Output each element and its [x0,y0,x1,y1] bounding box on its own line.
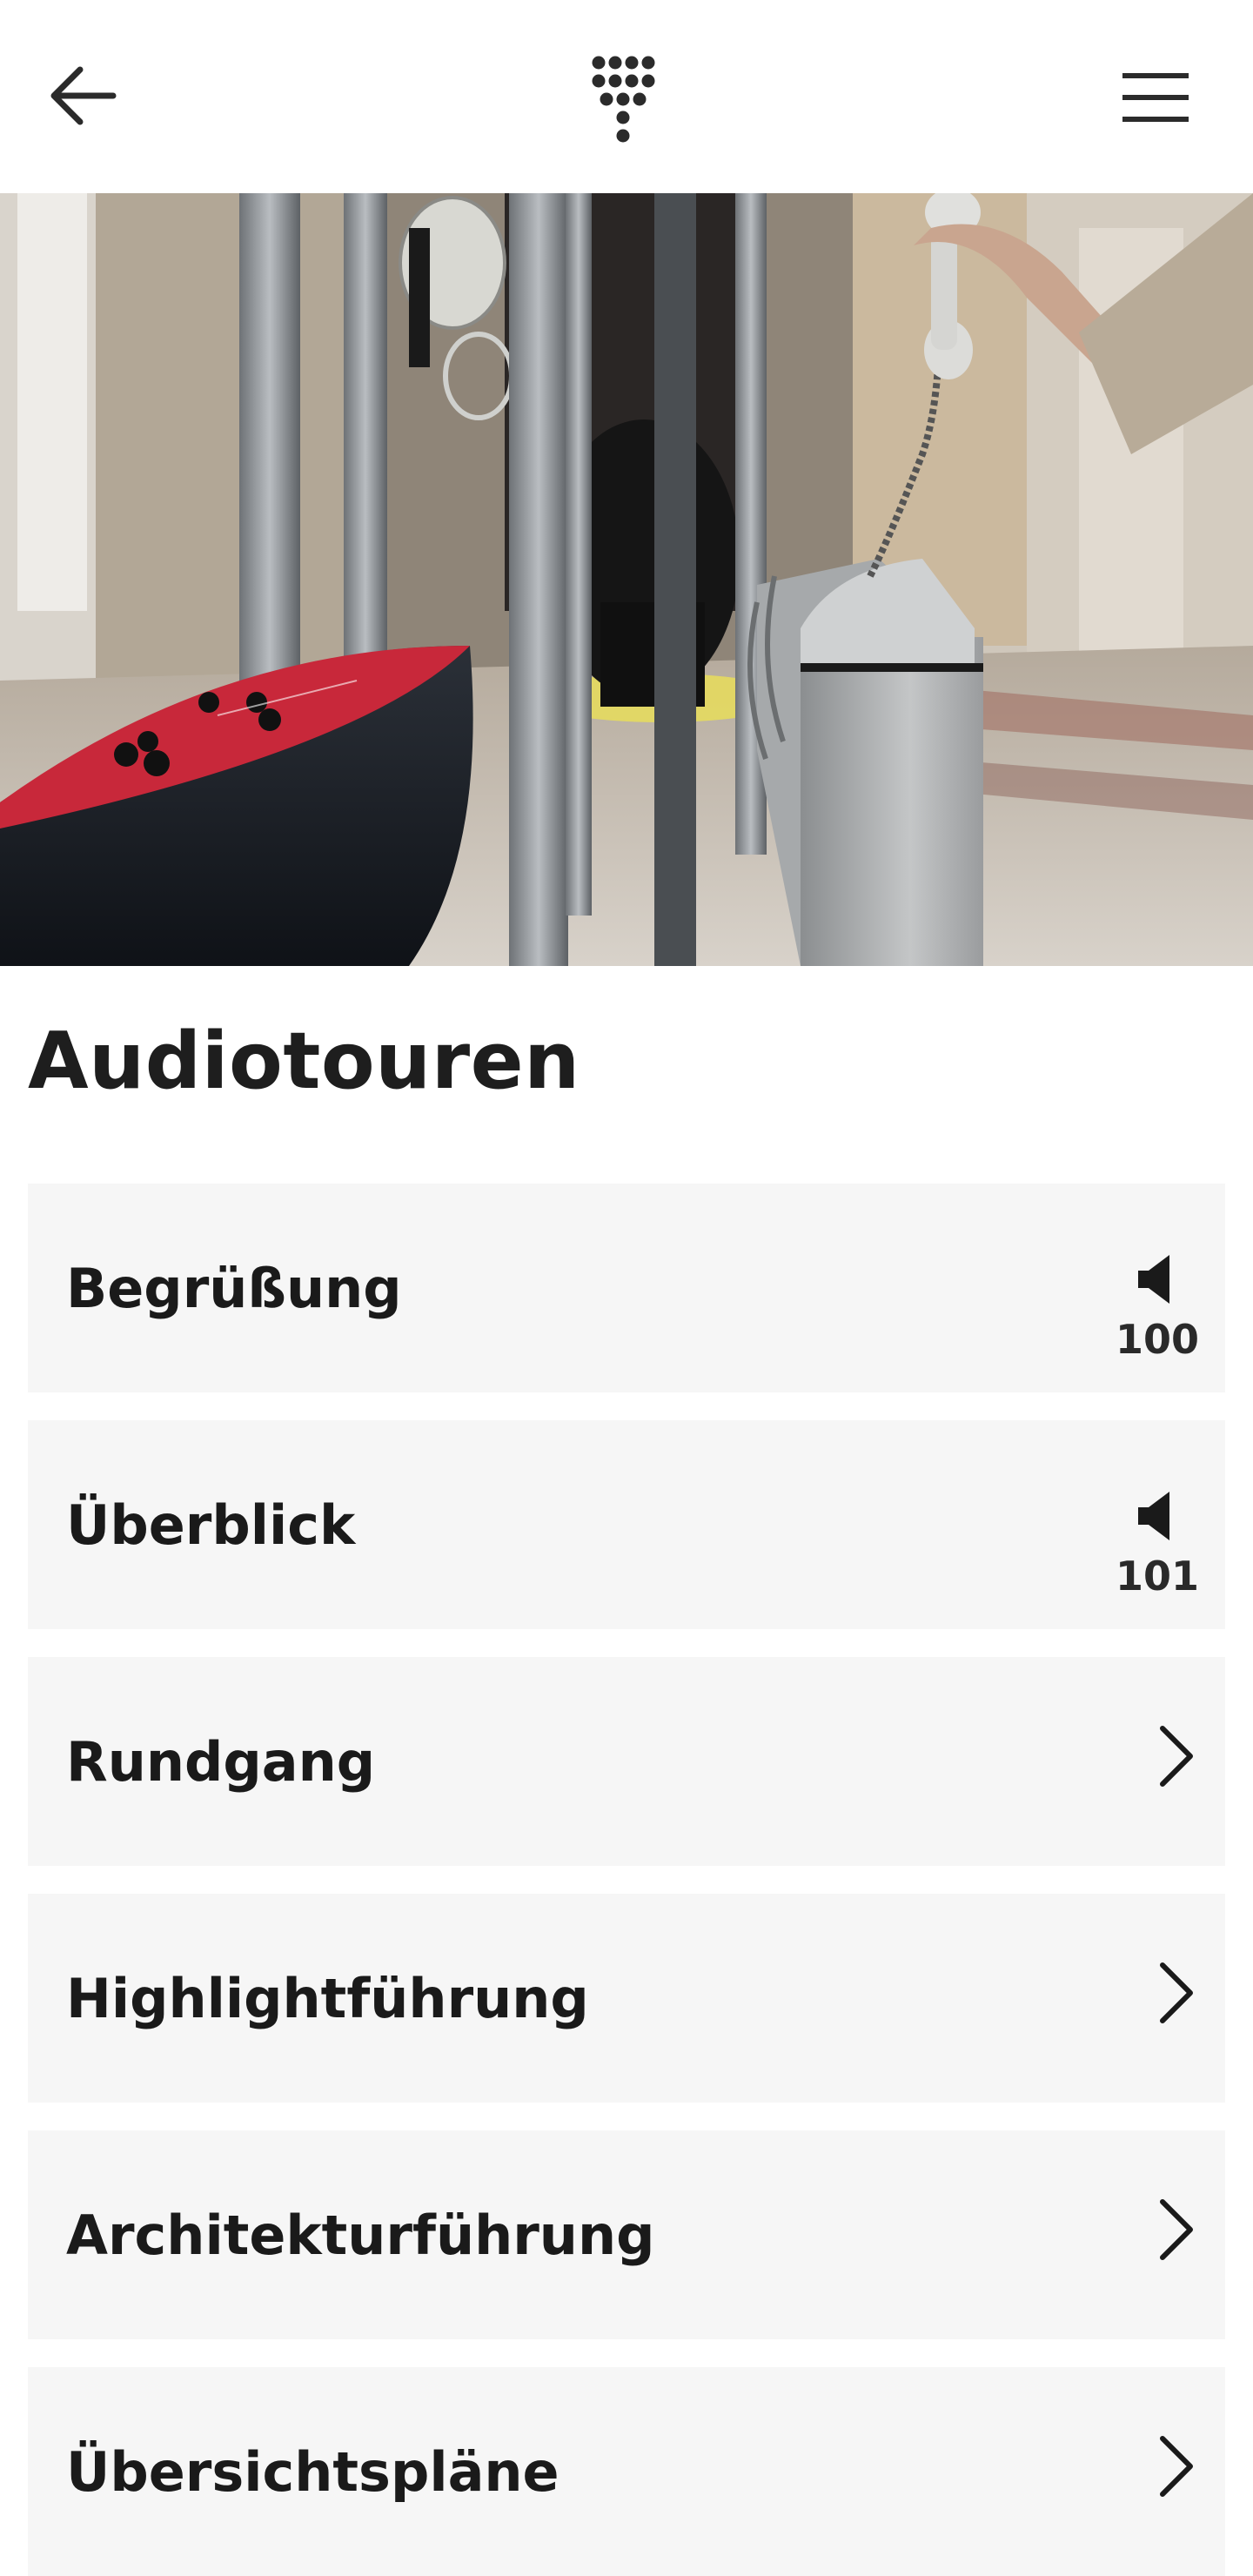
tour-list: Begrüßung 100 Überblick 101 Rundgang Hig… [28,1184,1225,2576]
list-item-highlightfuehrung[interactable]: Highlightführung [28,1894,1225,2103]
speaker-icon [1138,1492,1169,1540]
chevron-right-icon [1160,2436,1193,2497]
list-item-architekturfuehrung[interactable]: Architekturführung [28,2130,1225,2339]
list-item-label: Überblick [66,1493,356,1557]
hero-image [0,193,1253,966]
audio-number: 100 [1115,1316,1199,1363]
list-item-label: Rundgang [66,1729,376,1794]
app-screen: Audiotouren Begrüßung 100 Überblick 101 … [0,0,1253,2576]
keypad-icon [592,56,655,143]
page-title: Audiotouren [28,1016,580,1107]
arrow-left-icon [50,66,117,125]
list-item-label: Architekturführung [66,2203,655,2267]
list-item-begruessung[interactable]: Begrüßung 100 [28,1184,1225,1392]
chevron-right-icon [1160,1726,1193,1787]
speaker-icon [1138,1255,1169,1304]
menu-button[interactable] [1112,63,1199,132]
keypad-button[interactable] [585,50,668,148]
top-bar [0,0,1253,193]
list-item-label: Highlightführung [66,1966,589,2030]
audio-number: 101 [1115,1553,1199,1600]
chevron-right-icon [1160,1962,1193,2023]
audio-badge: 100 [1095,1253,1199,1375]
chevron-right-icon [1160,2199,1193,2260]
audio-badge: 101 [1095,1490,1199,1612]
list-item-label: Begrüßung [66,1256,402,1320]
list-item-uebersichtsplaene[interactable]: Übersichtspläne [28,2367,1225,2576]
hamburger-menu-icon [1122,73,1189,122]
back-button[interactable] [44,56,124,136]
list-item-rundgang[interactable]: Rundgang [28,1657,1225,1866]
list-item-label: Übersichtspläne [66,2439,559,2504]
list-item-ueberblick[interactable]: Überblick 101 [28,1420,1225,1629]
